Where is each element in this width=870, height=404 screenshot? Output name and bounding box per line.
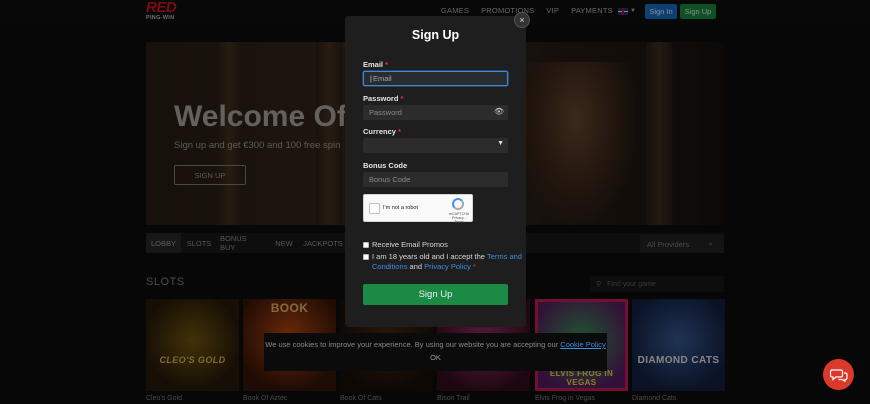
bonus-code-label: Bonus Code bbox=[363, 161, 408, 170]
bonus-code-placeholder: Bonus Code bbox=[369, 175, 411, 184]
email-placeholder: Email bbox=[372, 74, 392, 83]
terms-label: I am 18 years old and I accept the Terms… bbox=[372, 252, 522, 271]
bonus-code-field[interactable]: Bonus Code bbox=[363, 172, 508, 187]
password-label: Password * bbox=[363, 94, 404, 103]
text-cursor: | bbox=[370, 74, 372, 83]
eye-icon[interactable]: 👁 bbox=[494, 107, 504, 116]
recaptcha-label: I'm not a robot bbox=[383, 205, 418, 211]
email-promos-checkbox[interactable] bbox=[363, 242, 369, 248]
cookie-banner: We use cookies to improve your experienc… bbox=[264, 333, 607, 371]
cookie-policy-link[interactable]: Cookie Policy bbox=[560, 340, 605, 349]
password-field[interactable]: Password 👁 bbox=[363, 105, 508, 120]
cookie-text: We use cookies to improve your experienc… bbox=[265, 340, 606, 349]
recaptcha-widget: I'm not a robot reCAPTCHA Privacy - Term… bbox=[363, 194, 473, 224]
email-label: Email * bbox=[363, 60, 389, 69]
chat-icon[interactable] bbox=[823, 359, 854, 390]
chevron-down-icon: ▼ bbox=[497, 140, 504, 147]
sign-up-submit-button[interactable]: Sign Up bbox=[363, 284, 508, 305]
close-icon[interactable]: × bbox=[514, 12, 530, 28]
chat-bubbles-icon bbox=[829, 368, 848, 382]
password-placeholder: Password bbox=[369, 108, 402, 117]
email-field[interactable]: | Email bbox=[363, 71, 508, 86]
terms-checkbox[interactable] bbox=[363, 254, 369, 260]
terms-link-cont[interactable]: Conditions bbox=[372, 262, 407, 271]
modal-title: Sign Up bbox=[411, 28, 460, 42]
privacy-link[interactable]: Privacy Policy bbox=[424, 262, 471, 271]
cookie-ok-button[interactable]: OK bbox=[264, 353, 607, 362]
currency-select[interactable]: ▼ bbox=[363, 138, 508, 153]
recaptcha-checkbox[interactable] bbox=[369, 203, 380, 214]
recaptcha-brand: reCAPTCHA Privacy - Terms bbox=[448, 212, 470, 224]
email-promos-label: Receive Email Promos bbox=[372, 240, 448, 249]
terms-link[interactable]: Terms and bbox=[487, 252, 522, 261]
recaptcha-icon bbox=[452, 198, 464, 210]
currency-label: Currency * bbox=[363, 127, 401, 136]
